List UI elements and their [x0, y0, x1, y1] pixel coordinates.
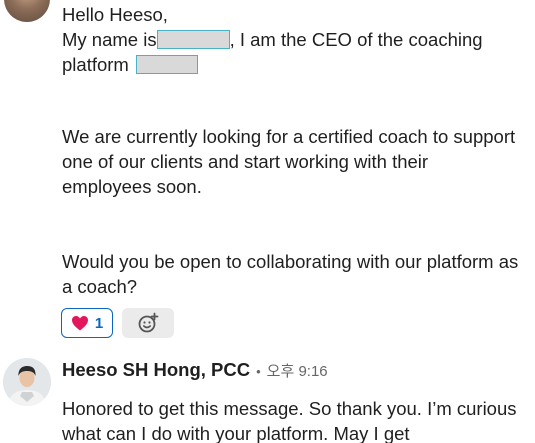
message-header: Heeso SH Hong, PCC • 오후 9:16: [62, 359, 328, 381]
message-paragraph-3: Would you be open to collaborating with …: [62, 251, 519, 297]
message-time: 오후 9:16: [266, 363, 328, 380]
message-paragraph-2: We are currently looking for a certified…: [62, 126, 516, 197]
intro-suffix: , I am the CEO of the coaching: [229, 29, 483, 50]
separator-dot: •: [256, 364, 261, 379]
add-reaction-button[interactable]: [122, 308, 174, 338]
reaction-count: 1: [94, 314, 104, 332]
message-platform-line: platform: [62, 52, 522, 77]
redacted-name: [156, 30, 230, 49]
heart-icon: [71, 316, 88, 331]
avatar[interactable]: [4, 0, 50, 22]
sender-avatar[interactable]: [3, 358, 51, 406]
intro-prefix: My name is: [62, 29, 157, 50]
heart-reaction-button[interactable]: 1: [61, 308, 113, 338]
sender-name[interactable]: Heeso SH Hong, PCC: [62, 359, 250, 381]
person-photo: [3, 358, 51, 406]
add-reaction-icon: [138, 312, 159, 333]
reactions-bar: 1: [61, 308, 174, 338]
redacted-platform: [135, 55, 198, 74]
message-2-body: Honored to get this message. So thank yo…: [62, 398, 517, 443]
message-body: Hello Heeso, My name is , I am the CEO of…: [62, 2, 522, 77]
message-greeting: Hello Heeso,: [62, 4, 168, 25]
message-intro-line: My name is , I am the CEO of the coaching: [62, 27, 522, 52]
platform-label: platform: [62, 54, 129, 75]
